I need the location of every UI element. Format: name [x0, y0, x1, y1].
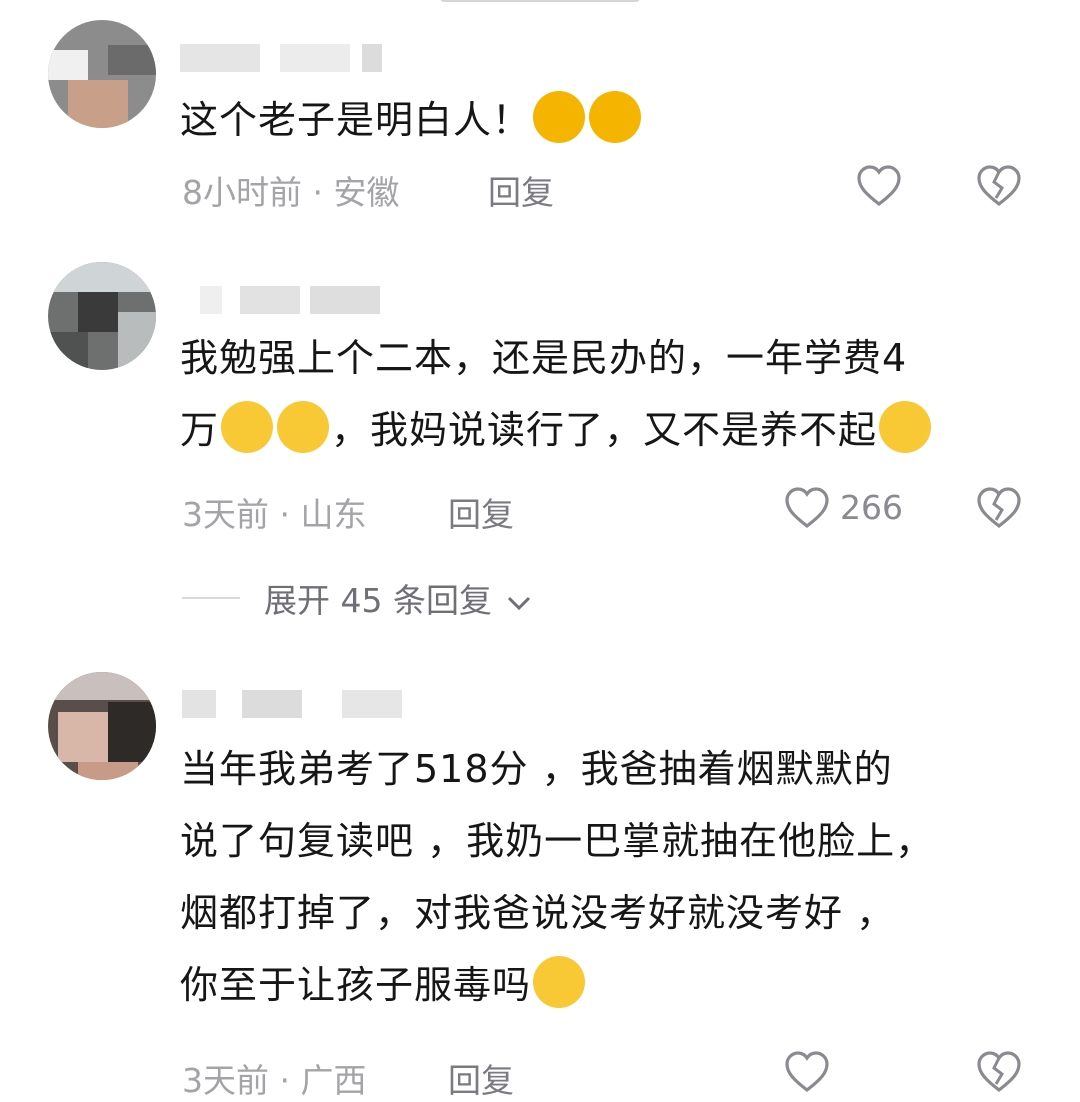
- dislike-broken-heart-icon[interactable]: [976, 486, 1022, 530]
- avatar[interactable]: [48, 262, 156, 370]
- comment-meta: 3天前 · 山东: [182, 495, 367, 534]
- expand-replies-button[interactable]: 展开 45 条回复: [264, 574, 532, 622]
- crying-emoji-icon: [221, 401, 274, 453]
- thumbs-up-emoji-icon: [533, 91, 586, 143]
- dislike-broken-heart-icon[interactable]: [976, 1050, 1022, 1094]
- like-heart-icon[interactable]: [856, 164, 902, 208]
- expand-divider: [182, 597, 240, 599]
- reply-button[interactable]: 回复: [448, 488, 514, 536]
- like-count: 266: [840, 488, 903, 527]
- avatar[interactable]: [48, 672, 156, 780]
- like-heart-icon[interactable]: [784, 1050, 830, 1094]
- dislike-broken-heart-icon[interactable]: [976, 164, 1022, 208]
- chevron-down-icon: [508, 596, 531, 610]
- avatar[interactable]: [48, 20, 156, 128]
- like-heart-icon[interactable]: [784, 486, 830, 530]
- crying-emoji-icon: [879, 401, 932, 453]
- laughing-crying-emoji-icon: [533, 956, 586, 1008]
- cut-off-header: [0, 0, 1080, 2]
- comment-text: 当年我弟考了518分 ，我爸抽着烟默默的 说了句复读吧 ，我奶一巴掌就抽在他脸上…: [180, 747, 935, 1008]
- username-blurred[interactable]: [182, 690, 412, 718]
- comment-text: 这个老子是明白人！: [180, 84, 1050, 156]
- reply-button[interactable]: 回复: [488, 166, 554, 214]
- username-blurred[interactable]: [180, 44, 390, 72]
- crying-emoji-icon: [277, 401, 330, 453]
- thumbs-up-emoji-icon: [589, 91, 642, 143]
- comment-meta: 8小时前 · 安徽: [182, 173, 400, 212]
- username-blurred[interactable]: [200, 286, 390, 314]
- comment-text: 我勉强上个二本，还是民办的，一年学费4 万，我妈说读行了，又不是养不起: [180, 322, 1050, 466]
